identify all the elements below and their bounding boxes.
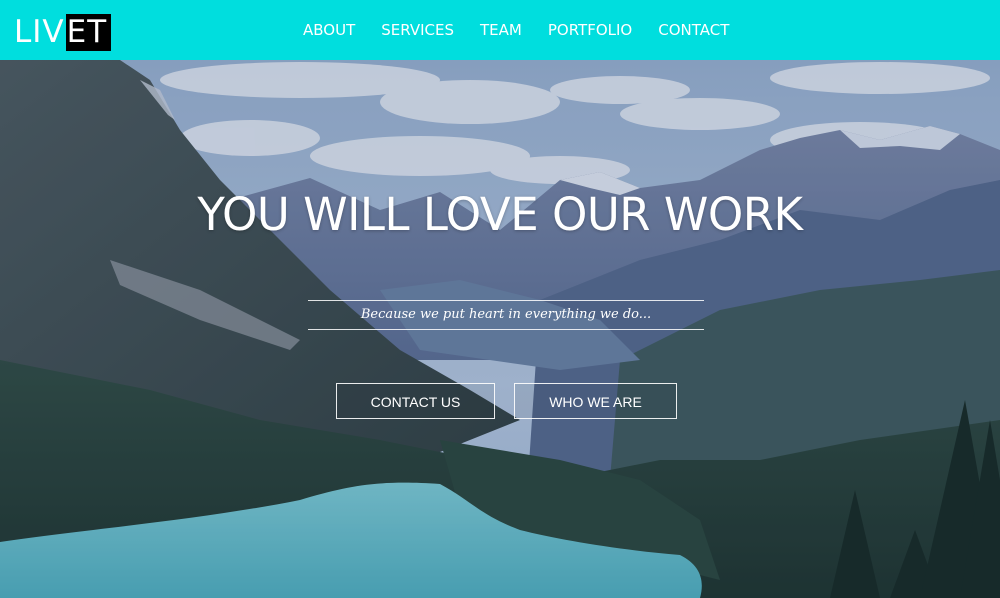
nav-item-team: TEAM: [467, 0, 535, 60]
main-nav: ABOUT SERVICES TEAM PORTFOLIO CONTACT: [290, 0, 742, 60]
nav-item-services: SERVICES: [368, 0, 467, 60]
nav-item-contact: CONTACT: [645, 0, 742, 60]
nav-link-services[interactable]: SERVICES: [368, 0, 467, 60]
hero-tagline-box: Because we put heart in everything we do…: [308, 300, 704, 330]
logo-text-inverted: ET: [65, 14, 112, 51]
landing-page: LIV ET ABOUT SERVICES TEAM PORTFOLIO CONT…: [0, 0, 1000, 598]
who-we-are-button[interactable]: WHO WE ARE: [514, 383, 677, 419]
nav-item-about: ABOUT: [290, 0, 368, 60]
hero-tagline: Because we put heart in everything we do…: [360, 307, 652, 322]
nav-link-team[interactable]: TEAM: [467, 0, 535, 60]
contact-us-button[interactable]: CONTACT US: [336, 383, 495, 419]
nav-link-portfolio[interactable]: PORTFOLIO: [535, 0, 645, 60]
nav-link-contact[interactable]: CONTACT: [645, 0, 742, 60]
hero-headline: YOU WILL LOVE OUR WORK: [197, 188, 803, 241]
top-navbar: LIV ET ABOUT SERVICES TEAM PORTFOLIO CONT…: [0, 0, 1000, 60]
logo-text-light: LIV: [14, 14, 65, 50]
nav-link-about[interactable]: ABOUT: [290, 0, 368, 60]
nav-item-portfolio: PORTFOLIO: [535, 0, 645, 60]
site-logo[interactable]: LIV ET: [14, 14, 112, 51]
hero-section: YOU WILL LOVE OUR WORK Because we put he…: [0, 60, 1000, 598]
